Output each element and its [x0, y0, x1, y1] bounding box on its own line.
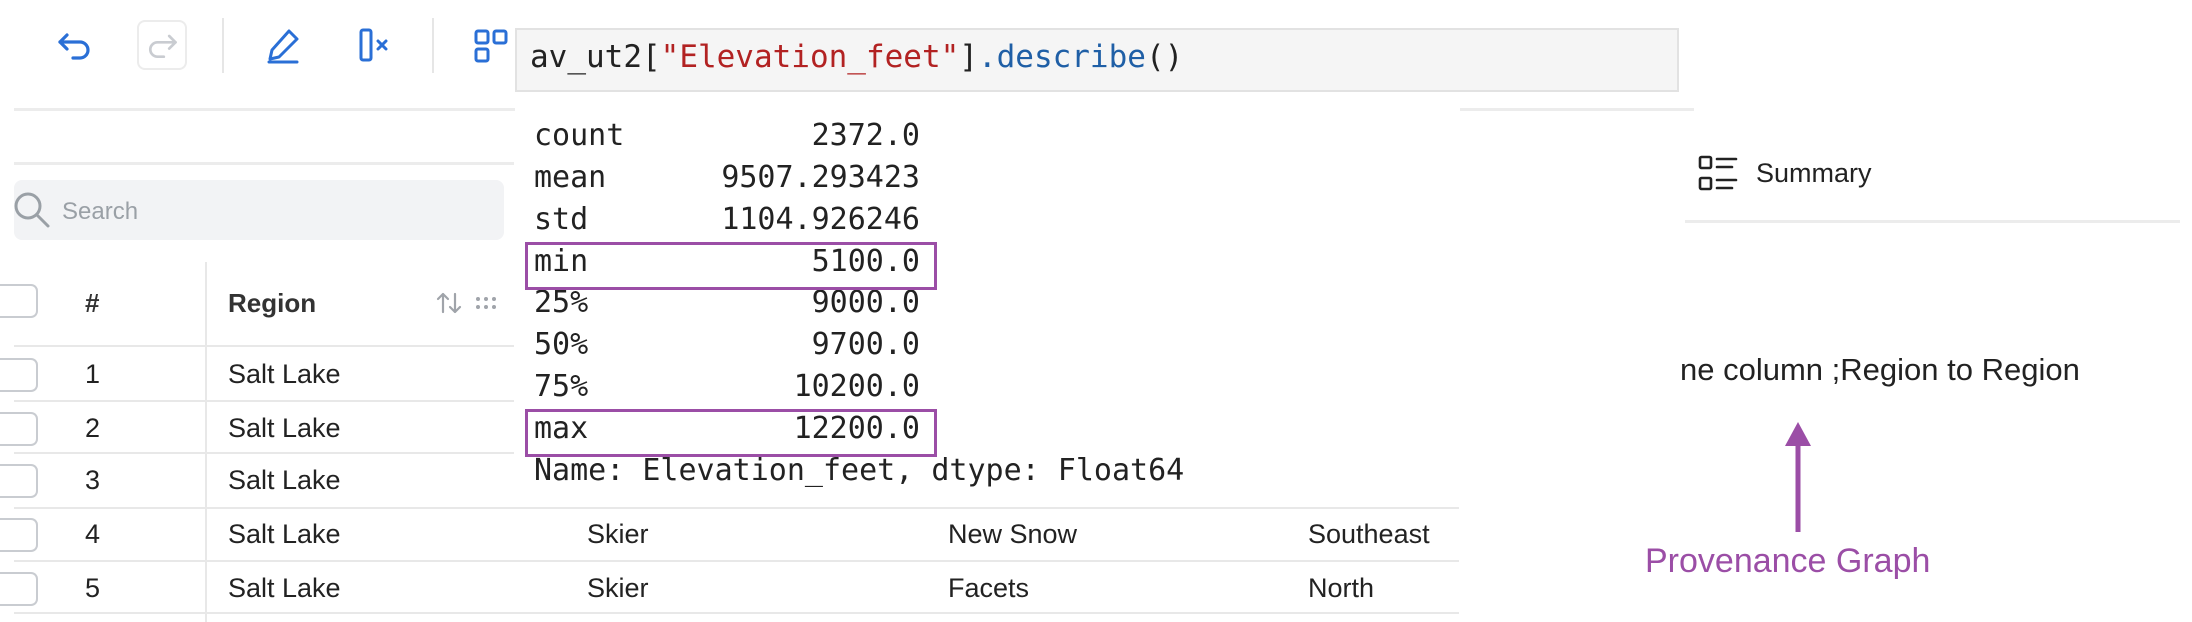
stat-value: 9000.0 [811, 285, 920, 320]
row-checkbox[interactable] [0, 358, 38, 392]
stat-value: 10200.0 [793, 369, 920, 404]
min-highlight-box [525, 242, 937, 290]
search-placeholder: Search [62, 198, 139, 225]
stat-label: 75% [534, 369, 589, 404]
column-drag-handle-icon[interactable] [474, 292, 502, 314]
table-cell-index: 4 [85, 519, 101, 549]
stat-value: 9700.0 [811, 327, 920, 362]
toolbar-divider [222, 18, 224, 73]
code-bracket: ] [959, 39, 978, 75]
row-divider [14, 345, 514, 347]
stat-label: std [534, 202, 589, 237]
table-cell-aspect: Southeast [1308, 519, 1430, 549]
provenance-node-text: ne column ;Region to Region [1680, 352, 2080, 387]
code-bracket: [ [641, 39, 661, 75]
table-cell-problem: Facets [948, 573, 1030, 603]
table-cell-type: Skier [587, 573, 649, 603]
stat-value: 9507.293423 [721, 160, 920, 195]
summary-list-icon [1698, 155, 1738, 191]
table-cell-problem: New Snow [948, 519, 1078, 549]
max-highlight-box [525, 409, 937, 457]
panel-divider [1685, 220, 2180, 223]
undo-button[interactable] [50, 20, 100, 70]
grid-icon [474, 29, 508, 63]
undo-icon [58, 33, 90, 60]
code-parens: () [1145, 39, 1184, 75]
delete-column-button[interactable] [348, 20, 398, 70]
stat-label: 50% [534, 327, 589, 362]
table-cell-aspect: North [1308, 573, 1375, 603]
row-divider [14, 612, 1459, 614]
row-checkbox[interactable] [0, 572, 38, 606]
row-divider [14, 560, 1459, 562]
header-divider [14, 162, 514, 165]
code-variable: av_ut2 [530, 39, 642, 75]
column-header-index: # [85, 288, 100, 318]
edit-button[interactable] [258, 20, 308, 70]
stat-label: 25% [534, 285, 589, 320]
layout-button[interactable] [470, 20, 515, 70]
table-cell-region: Salt Lake [228, 519, 341, 549]
column-header-region[interactable]: Region [228, 288, 316, 319]
column-divider [205, 262, 207, 622]
search-icon [14, 192, 50, 228]
stat-value: 2372.0 [811, 118, 920, 153]
code-string: "Elevation_feet" [660, 39, 960, 75]
toolbar-divider [432, 18, 434, 73]
table-cell-region: Salt Lake [228, 465, 341, 495]
table-cell-region: Salt Lake [228, 573, 341, 603]
provenance-graph-label: Provenance Graph [1645, 542, 1931, 580]
stat-label: count [534, 118, 625, 153]
arrow-up-icon [1785, 422, 1811, 532]
table-cell-region: Salt Lake [228, 413, 341, 443]
redo-icon [149, 34, 177, 59]
code-method: .describe [977, 39, 1146, 75]
redo-button[interactable] [137, 20, 187, 70]
pencil-icon [267, 29, 299, 64]
stat-value: 1104.926246 [721, 202, 920, 237]
sort-icon[interactable] [434, 288, 464, 318]
select-all-checkbox[interactable] [0, 284, 38, 318]
table-cell-index: 2 [85, 413, 101, 443]
table-cell-index: 5 [85, 573, 101, 603]
delete-column-icon [359, 28, 388, 62]
output-footer: Name: Elevation_feet, dtype: Float64 [534, 453, 1185, 488]
row-divider [14, 507, 1459, 509]
table-cell-index: 1 [85, 359, 101, 389]
stat-label: mean [534, 160, 607, 195]
tab-summary[interactable]: Summary [1756, 158, 1872, 189]
row-checkbox[interactable] [0, 518, 38, 552]
row-divider [14, 400, 514, 402]
row-divider [14, 452, 514, 454]
table-cell-index: 3 [85, 465, 101, 495]
row-checkbox[interactable] [0, 464, 38, 498]
code-line: av_ut2["Elevation_feet"].describe() [530, 39, 1183, 75]
row-checkbox[interactable] [0, 412, 38, 446]
table-cell-region: Salt Lake [228, 359, 341, 389]
table-cell-type: Skier [587, 519, 649, 549]
